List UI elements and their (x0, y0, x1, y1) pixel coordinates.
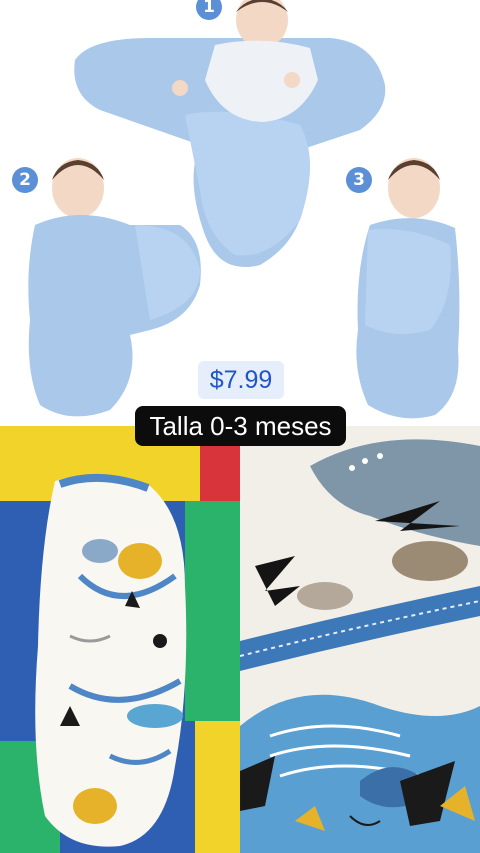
price-tag: $7.99 (198, 361, 284, 399)
dinosaur-print-closeup (240, 426, 480, 853)
play-mat-photo (0, 426, 240, 853)
step-number-badge: 3 (346, 167, 372, 193)
step-3-swaddle (356, 158, 460, 419)
step-2-swaddle (28, 158, 201, 417)
swaddle-steps-panel: 1 2 3 $7.99 (0, 0, 480, 426)
size-label: Talla 0-3 meses (135, 406, 346, 446)
fabric-closeup-photo (240, 426, 480, 853)
product-photo-on-mat (0, 426, 240, 853)
step-number-badge: 2 (12, 167, 38, 193)
